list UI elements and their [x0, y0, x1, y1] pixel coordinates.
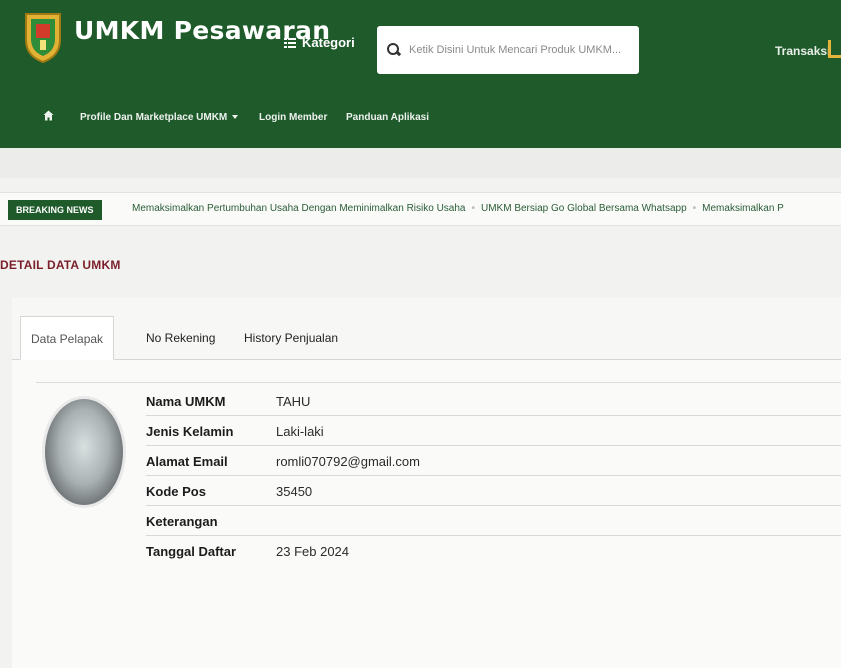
field-label: Kode Pos: [146, 484, 206, 499]
tab-panel-data-pelapak: Nama UMKM TAHU Jenis Kelamin Laki-laki A…: [12, 360, 841, 668]
table-row: Keterangan: [146, 506, 841, 536]
home-icon[interactable]: [43, 110, 54, 121]
avatar: [42, 396, 126, 508]
search-box: [377, 26, 639, 74]
field-label: Tanggal Daftar: [146, 544, 237, 559]
field-label: Nama UMKM: [146, 394, 226, 409]
news-item[interactable]: Memaksimalkan P: [702, 203, 784, 214]
nav-item-panduan-aplikasi[interactable]: Panduan Aplikasi: [346, 112, 429, 123]
nav-item-label: Profile Dan Marketplace UMKM: [80, 112, 228, 123]
kategori-label: Kategori: [302, 35, 355, 50]
search-icon[interactable]: [387, 43, 401, 57]
field-value: Laki-laki: [276, 424, 324, 439]
top-header: UMKM Pesawaran Kategori Transaksi: [0, 0, 841, 86]
field-value: TAHU: [276, 394, 311, 409]
transaksi-link[interactable]: Transaksi: [775, 44, 830, 58]
field-label: Jenis Kelamin: [146, 424, 234, 439]
news-item[interactable]: Memaksimalkan Pertumbuhan Usaha Dengan M…: [132, 203, 465, 214]
table-row: Tanggal Daftar 23 Feb 2024: [146, 536, 841, 566]
table-row: Nama UMKM TAHU: [146, 386, 841, 416]
table-row: Alamat Email romli070792@gmail.com: [146, 446, 841, 476]
divider: [36, 382, 841, 383]
bullet-separator: •: [471, 203, 475, 214]
breaking-news-label: BREAKING NEWS: [8, 200, 102, 220]
field-value: 35450: [276, 484, 313, 499]
bullet-separator: •: [692, 203, 697, 214]
news-ticker: Memaksimalkan Pertumbuhan Usaha Dengan M…: [132, 203, 841, 214]
tab-history-penjualan[interactable]: History Penjualan: [234, 316, 348, 360]
tab-data-pelapak[interactable]: Data Pelapak: [20, 316, 115, 360]
breaking-news-bar: BREAKING NEWS Memaksimalkan Pertumbuhan …: [0, 192, 841, 226]
field-label: Alamat Email: [146, 454, 228, 469]
nav-item-profile-marketplace[interactable]: Profile Dan Marketplace UMKM: [80, 112, 239, 123]
detail-table: Nama UMKM TAHU Jenis Kelamin Laki-laki A…: [146, 386, 841, 566]
list-icon: [284, 37, 296, 48]
kategori-button[interactable]: Kategori: [284, 35, 355, 50]
regency-logo-icon[interactable]: [22, 10, 64, 64]
spacer-strip: [0, 148, 841, 178]
tab-bar: Data Pelapak No Rekening History Penjual…: [12, 316, 841, 360]
page-title: DETAIL DATA UMKM: [0, 258, 121, 272]
field-label: Keterangan: [146, 514, 218, 529]
field-value: romli070792@gmail.com: [276, 454, 420, 469]
main-navbar: Profile Dan Marketplace UMKM Login Membe…: [0, 86, 841, 148]
field-value: 23 Feb 2024: [276, 544, 350, 559]
table-row: Jenis Kelamin Laki-laki: [146, 416, 841, 446]
cart-icon[interactable]: [828, 40, 841, 58]
news-item[interactable]: UMKM Bersiap Go Global Bersama Whatsapp: [481, 203, 687, 214]
detail-card: Data Pelapak No Rekening History Penjual…: [12, 298, 841, 668]
table-row: Kode Pos 35450: [146, 476, 841, 506]
tab-no-rekening[interactable]: No Rekening: [136, 316, 225, 360]
chevron-down-icon: [232, 115, 239, 120]
search-input[interactable]: [409, 44, 629, 56]
nav-item-login-member[interactable]: Login Member: [259, 112, 327, 123]
